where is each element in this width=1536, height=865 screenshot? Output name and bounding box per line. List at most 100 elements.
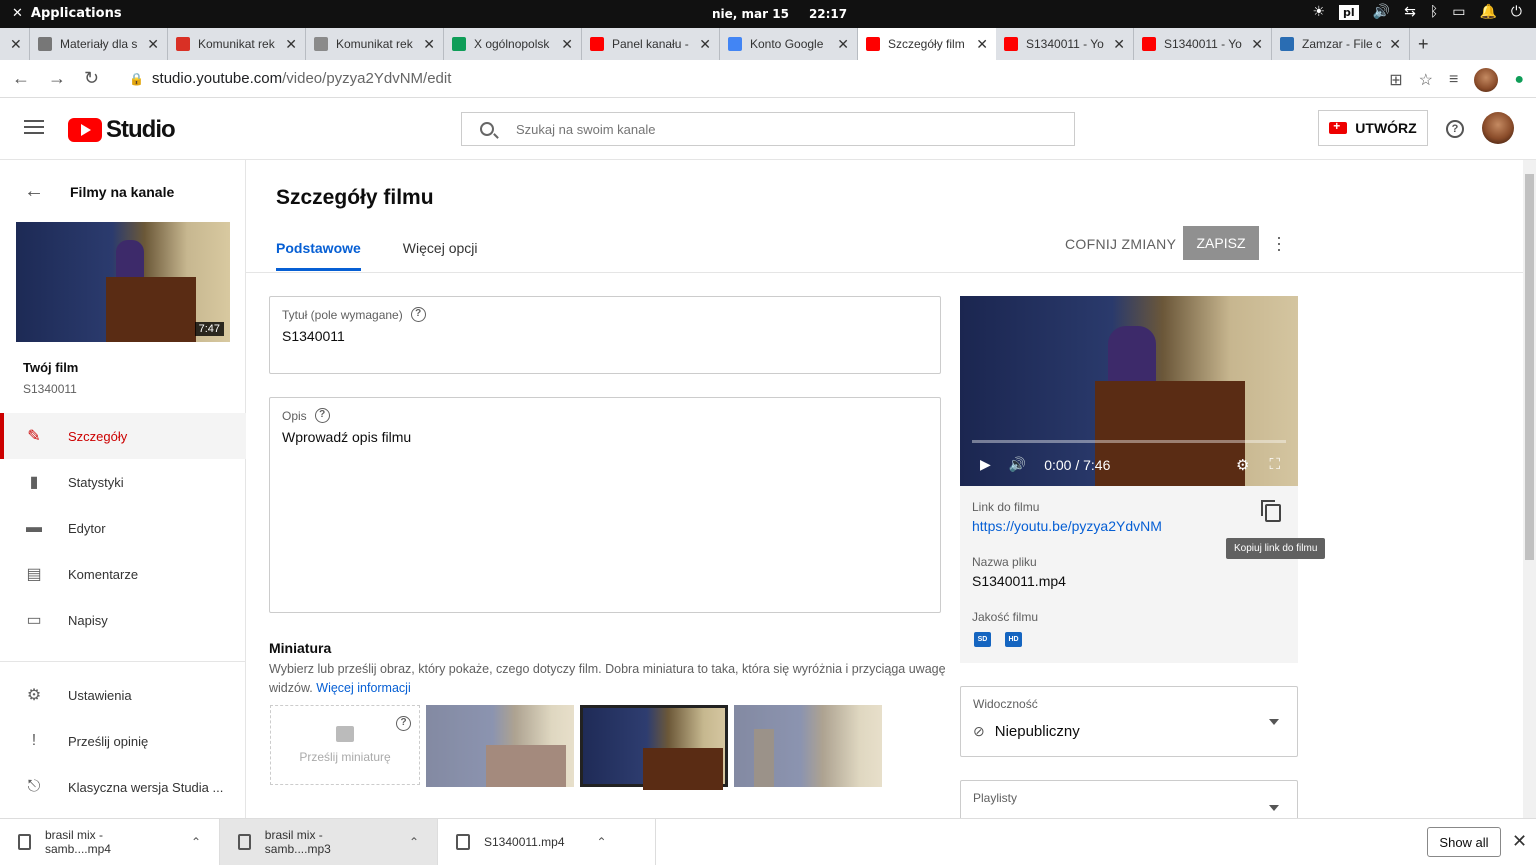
help-circle-icon[interactable]: ? — [314, 408, 330, 423]
show-all-button[interactable]: Show all — [1427, 827, 1501, 857]
visibility-select[interactable]: Widoczność ⊘ Niepubliczny — [960, 686, 1298, 757]
chevron-up-icon[interactable]: ⌃ — [191, 835, 201, 849]
close-icon[interactable]: ✕ — [1113, 36, 1125, 53]
browser-tab[interactable]: Komunikat rek ✕ — [168, 28, 306, 60]
browser-tab[interactable]: Materiały dla s ✕ — [30, 28, 168, 60]
back-arrow-icon[interactable]: ← — [12, 68, 30, 89]
sidebar-item[interactable]: ! Prześlij opinię — [0, 718, 246, 764]
close-icon[interactable]: ✕ — [1389, 36, 1401, 53]
your-film-id: S1340011 — [23, 382, 77, 396]
forward-arrow-icon[interactable]: → — [48, 68, 66, 89]
brightness-icon[interactable]: ☀ — [1312, 4, 1325, 20]
volume-icon[interactable]: 🔊 — [1009, 456, 1026, 473]
settings-gear-icon[interactable]: ⚙ — [1236, 456, 1249, 474]
sidebar-item[interactable]: ▬ Edytor — [0, 505, 246, 551]
url-field[interactable]: 🔒 studio.youtube.com/video/pyzya2YdvNM/e… — [129, 70, 451, 87]
bluetooth-icon[interactable]: ᛒ — [1430, 4, 1438, 20]
sidebar-item[interactable]: ▮ Statystyki — [0, 459, 246, 505]
browser-tab[interactable]: Zamzar - File c ✕ — [1272, 28, 1410, 60]
thumbnail-option-3[interactable] — [734, 705, 882, 787]
thumbnail-option-1[interactable] — [426, 705, 574, 787]
translate-icon[interactable]: ⊞ — [1389, 70, 1402, 90]
volume-icon[interactable]: 🔊 — [1373, 4, 1390, 20]
notification-bell-icon[interactable]: 🔔 — [1479, 4, 1496, 20]
profile-avatar[interactable] — [1474, 68, 1499, 92]
sidebar-item[interactable]: ✎ Szczegóły — [0, 413, 246, 459]
close-icon[interactable]: ✕ — [976, 36, 988, 53]
close-icon[interactable]: ✕ — [147, 36, 159, 53]
close-icon[interactable]: ✕ — [1251, 36, 1263, 53]
reading-list-icon[interactable]: ≡ — [1449, 71, 1458, 89]
video-player[interactable]: ▶ 🔊 0:00 / 7:46 ⚙ ⛶ — [960, 296, 1298, 486]
browser-tab[interactable]: Konto Google ✕ — [720, 28, 858, 60]
page-scrollbar[interactable] — [1523, 160, 1536, 818]
undo-changes-button[interactable]: COFNIJ ZMIANY — [1065, 236, 1176, 252]
playlists-select[interactable]: Playlisty — [960, 780, 1298, 818]
title-input[interactable]: S1340011 — [282, 328, 345, 344]
browser-tab[interactable]: Szczegóły film ✕ — [858, 28, 996, 60]
tab-close-partial[interactable]: ✕ — [0, 28, 30, 60]
video-link[interactable]: https://youtu.be/pyzya2YdvNM — [972, 518, 1162, 534]
new-tab-plus-icon[interactable]: + — [1410, 28, 1437, 60]
close-icon[interactable]: ✕ — [699, 36, 711, 53]
sidebar-item[interactable]: ⚙ Ustawienia — [0, 672, 246, 718]
sidebar-item[interactable]: ▭ Napisy — [0, 597, 246, 643]
bookmark-star-icon[interactable]: ☆ — [1419, 70, 1433, 90]
thumbnail-option-2-selected[interactable] — [580, 705, 728, 790]
save-button[interactable]: ZAPISZ — [1183, 226, 1259, 260]
close-icon[interactable]: ✕ — [10, 36, 22, 53]
close-icon[interactable]: ✕ — [423, 36, 435, 53]
help-icon[interactable]: ? — [1446, 120, 1464, 138]
browser-tab[interactable]: Panel kanału - ✕ — [582, 28, 720, 60]
fullscreen-icon[interactable]: ⛶ — [1269, 456, 1280, 474]
upload-thumbnail-button[interactable]: ? Prześlij miniaturę — [270, 705, 420, 785]
battery-icon[interactable]: ▭ — [1452, 4, 1465, 20]
search-input[interactable] — [516, 121, 1016, 137]
sidebar-item[interactable]: ▤ Komentarze — [0, 551, 246, 597]
close-icon[interactable]: ✕ — [1512, 831, 1527, 852]
hamburger-menu-icon[interactable] — [24, 120, 44, 134]
power-icon[interactable]: ⏻ — [1511, 4, 1522, 20]
tab-basic[interactable]: Podstawowe — [276, 240, 361, 271]
scrollbar-thumb[interactable] — [1525, 174, 1534, 560]
copy-icon[interactable] — [1261, 500, 1281, 522]
help-circle-icon[interactable]: ? — [410, 307, 426, 322]
keyboard-layout[interactable]: pl — [1339, 4, 1359, 20]
download-item[interactable]: S1340011.mp4 ⌃ — [438, 818, 656, 865]
browser-tab[interactable]: Komunikat rek ✕ — [306, 28, 444, 60]
browser-tab[interactable]: X ogólnopolsk ✕ — [444, 28, 582, 60]
extension-icon[interactable]: ● — [1514, 71, 1524, 89]
download-item[interactable]: brasil mix - samb....mp4 ⌃ — [0, 818, 220, 865]
description-field[interactable]: Opis? Wprowadź opis filmu — [269, 397, 941, 613]
create-button[interactable]: UTWÓRZ — [1318, 110, 1428, 146]
more-options-icon[interactable]: · · · — [1276, 228, 1282, 258]
sidebar-item[interactable]: ⎋ Klasyczna wersja Studia ... — [0, 764, 246, 810]
network-icon[interactable]: ⇆ — [1404, 4, 1416, 20]
reload-icon[interactable]: ↻ — [84, 68, 99, 89]
help-circle-icon[interactable]: ? — [396, 716, 411, 731]
chevron-up-icon[interactable]: ⌃ — [409, 835, 419, 849]
chevron-up-icon[interactable]: ⌃ — [597, 835, 607, 849]
youtube-studio-logo[interactable]: Studio — [68, 116, 176, 144]
browser-tab[interactable]: S1340011 - Yo ✕ — [1134, 28, 1272, 60]
title-field[interactable]: Tytuł (pole wymagane)? S1340011 — [269, 296, 941, 374]
back-to-videos[interactable]: ← Filmy na kanale — [24, 180, 174, 203]
description-input[interactable]: Wprowadź opis filmu — [282, 429, 411, 445]
eye-off-icon: ⊘ — [973, 723, 985, 739]
close-icon[interactable]: ✕ — [837, 36, 849, 53]
close-icon[interactable]: ✕ — [285, 36, 297, 53]
download-item[interactable]: brasil mix - samb....mp3 ⌃ — [220, 818, 438, 865]
applications-menu[interactable]: ✕ Applications — [12, 6, 122, 21]
progress-bar[interactable] — [972, 440, 1286, 443]
system-tray: ☀ pl 🔊 ⇆ ᛒ ▭ 🔔 ⏻ — [1312, 4, 1522, 20]
tab-more-options[interactable]: Więcej opcji — [403, 240, 478, 271]
more-info-link[interactable]: Więcej informacji — [316, 681, 410, 695]
channel-search[interactable] — [461, 112, 1075, 146]
close-icon[interactable]: ✕ — [561, 36, 573, 53]
video-thumbnail[interactable]: 7:47 — [16, 222, 230, 342]
dropdown-arrow-icon — [1269, 719, 1279, 725]
browser-tab[interactable]: S1340011 - Yo ✕ — [996, 28, 1134, 60]
channel-avatar[interactable] — [1482, 112, 1514, 144]
clock[interactable]: nie, mar 15 22:17 — [712, 7, 847, 21]
play-icon[interactable]: ▶ — [980, 456, 991, 473]
